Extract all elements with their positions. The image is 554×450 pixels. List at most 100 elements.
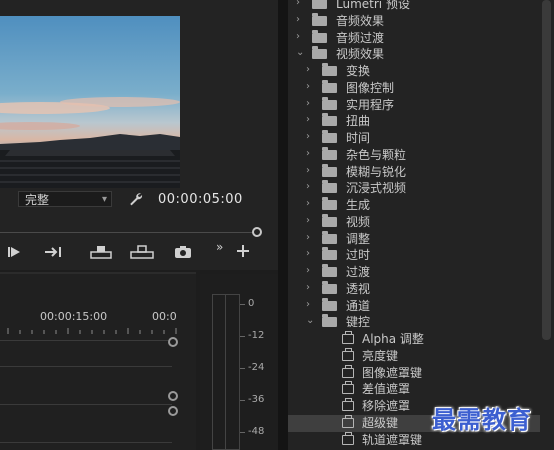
effect-label: 时间 [346,131,371,145]
effects-scrollbar[interactable] [542,0,551,340]
chevron-right-icon[interactable]: › [306,131,310,142]
effect-label: 沉浸式视频 [346,181,407,196]
panel-splitter[interactable] [278,0,288,450]
effects-folder-row[interactable]: › 音频过渡 [288,29,540,47]
effect-item-row[interactable]: 亮度键 [288,347,540,365]
effect-label: 变换 [346,64,371,78]
effect-label: 键控 [346,315,371,330]
effects-folder-row[interactable]: › 视频 [288,213,540,231]
effects-folder-row[interactable]: › 调整 [288,230,540,248]
track-divider [0,340,172,341]
chevron-right-icon[interactable]: › [306,165,310,176]
chevron-right-icon[interactable]: › [306,148,310,159]
chevron-down-icon[interactable]: ⌄ [306,315,314,326]
effect-icon [342,331,354,344]
track-scroll-handle[interactable] [168,406,178,416]
chevron-right-icon[interactable]: › [306,232,310,243]
effect-item-row[interactable]: Alpha 调整 [288,331,540,348]
effects-folder-row[interactable]: › Lumetri 预设 [288,0,540,13]
chevron-down-icon[interactable]: ⌄ [296,47,304,58]
effects-folder-row[interactable]: › 时间 [288,130,540,147]
chevron-right-icon[interactable]: › [296,0,300,8]
wrench-icon[interactable] [128,191,146,207]
chevron-right-icon[interactable]: › [306,98,310,109]
chevron-right-icon[interactable]: › [306,282,310,293]
effects-folder-row[interactable]: › 扭曲 [288,113,540,130]
resolution-value: 完整 [25,193,50,207]
folder-icon [322,130,337,143]
camera-icon[interactable] [174,244,192,262]
folder-icon [322,96,337,110]
effects-folder-row[interactable]: › 通道 [288,297,540,315]
db-label: 0 [248,298,255,309]
effects-folder-row[interactable]: › 沉浸式视频 [288,180,540,197]
folder-icon [322,314,337,328]
chevron-right-icon[interactable]: › [306,299,310,310]
chevron-right-icon[interactable]: › [306,64,310,75]
effects-folder-row[interactable]: › 透视 [288,280,540,298]
effect-icon [342,347,354,361]
folder-icon [322,247,337,261]
db-label: -12 [248,330,265,341]
effect-label: 调整 [346,231,371,246]
effects-folder-row[interactable]: › 生成 [288,197,540,214]
lift-icon[interactable] [90,244,112,262]
effect-icon [342,381,354,395]
folder-icon [322,197,337,210]
folder-icon [322,113,337,127]
scrubber-handle[interactable] [252,227,262,237]
chevron-right-icon[interactable]: › [306,114,310,125]
step-forward-icon[interactable] [6,244,22,262]
chevron-right-icon[interactable]: › [306,265,310,276]
go-to-out-icon[interactable] [44,244,64,262]
chevron-right-icon[interactable]: › [296,14,300,25]
effect-icon [342,414,354,428]
timeline-ruler[interactable] [0,328,180,334]
chevron-right-icon[interactable]: › [306,248,310,259]
video-preview[interactable] [0,16,180,188]
timeline-tick-label: 00:0 [152,310,177,323]
effects-folder-row[interactable]: › 过时 [288,247,540,264]
track-scroll-handle[interactable] [168,391,178,401]
effect-label: 过时 [346,248,371,263]
track-divider [0,442,172,443]
effects-folder-row[interactable]: › 模糊与锐化 [288,163,540,181]
effect-label: 生成 [346,198,371,212]
effect-icon [342,398,354,411]
chevron-right-icon[interactable]: › [306,215,310,226]
effects-folder-row[interactable]: › 实用程序 [288,96,540,114]
effect-item-row[interactable]: 图像遮罩键 [288,364,540,382]
effect-label: 杂色与颗粒 [346,147,407,162]
folder-icon [312,46,327,60]
chevron-right-icon[interactable]: › [306,181,310,192]
add-icon[interactable] [236,244,250,262]
playhead-timecode[interactable]: 00:00:05:00 [158,192,243,207]
effects-folder-row[interactable]: › 图像控制 [288,79,540,97]
timeline-panel[interactable] [0,274,196,450]
effect-label: 过渡 [346,265,371,279]
chevron-right-icon[interactable]: › [306,81,310,92]
playback-resolution-select[interactable]: 完整 ▾ [18,191,112,207]
db-tick [240,304,245,305]
effects-folder-row[interactable]: › 音频效果 [288,12,540,30]
track-scroll-handle[interactable] [168,337,178,347]
effect-label: 亮度键 [362,348,399,363]
more-icon[interactable]: » [216,240,223,258]
effect-item-row[interactable]: 差值遮罩 [288,381,540,398]
track-divider [0,404,172,405]
effects-folder-row[interactable]: ⌄ 视频效果 [288,46,540,63]
folder-icon [322,280,337,294]
scrubber-track[interactable] [0,232,258,233]
folder-icon [312,29,327,43]
effect-label: 视频 [346,214,371,229]
chevron-right-icon[interactable]: › [296,31,300,42]
chevron-right-icon[interactable]: › [306,198,310,209]
effects-folder-row[interactable]: › 杂色与颗粒 [288,146,540,164]
effects-folder-row[interactable]: ⌄ 键控 [288,314,540,331]
effects-folder-row[interactable]: › 过渡 [288,264,540,281]
effects-folder-row[interactable]: › 变换 [288,63,540,80]
db-tick [240,368,245,369]
effect-label: 差值遮罩 [362,382,411,397]
folder-icon [312,12,327,26]
extract-icon[interactable] [130,244,154,262]
